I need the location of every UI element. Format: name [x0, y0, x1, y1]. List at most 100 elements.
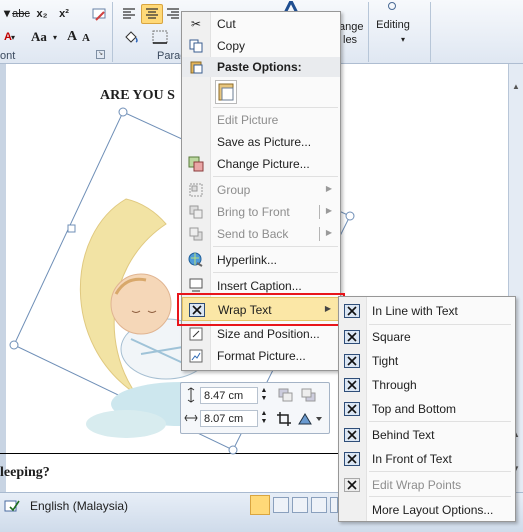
chevron-down-icon: ▾ — [10, 32, 15, 42]
in-front-of-text-icon — [344, 452, 360, 466]
print-layout-view-button[interactable] — [250, 495, 270, 515]
grow-font-button[interactable]: A — [65, 28, 79, 46]
menu-item-change-picture[interactable]: Change Picture... — [182, 153, 340, 175]
rotation-handle[interactable] — [118, 107, 128, 117]
menu-item-size-and-position[interactable]: Size and Position... — [182, 323, 340, 345]
paste-icon — [188, 59, 204, 75]
through-wrap-icon — [344, 378, 360, 392]
align-left-button[interactable] — [119, 5, 139, 23]
hyperlink-globe-icon — [188, 252, 204, 268]
menu-item-label: Tight — [372, 354, 399, 368]
menu-item-label: In Front of Text — [372, 452, 452, 466]
shrink-font-button[interactable]: A — [80, 30, 92, 46]
web-layout-button[interactable] — [292, 497, 308, 513]
wrap-option-through[interactable]: Through — [339, 374, 515, 396]
menu-item-send-to-back[interactable]: Send to Back ▶ — [182, 223, 340, 245]
menu-separator — [369, 496, 511, 497]
menu-item-label: Bring to Front — [217, 205, 290, 219]
wrap-option-in-front-of-text[interactable]: In Front of Text — [339, 448, 515, 470]
crop-button[interactable] — [276, 411, 294, 427]
wrap-option-in-line-with-text[interactable]: In Line with Text — [339, 300, 515, 322]
wrap-option-behind-text[interactable]: Behind Text — [339, 424, 515, 446]
menu-item-label: Paste Options: — [217, 60, 302, 74]
wrap-option-tight[interactable]: Tight — [339, 350, 515, 372]
editing-button[interactable]: Editing — [373, 18, 413, 32]
paste-keep-source-button[interactable] — [215, 80, 237, 104]
font-dialog-launcher[interactable]: ↘ — [96, 50, 105, 59]
menu-item-label: Size and Position... — [217, 327, 320, 341]
menu-item-cut[interactable]: ✂ Cut — [182, 13, 340, 35]
align-left-icon — [123, 8, 135, 19]
align-center-button[interactable] — [141, 4, 163, 24]
menu-separator — [213, 246, 338, 247]
change-case-dropdown[interactable]: ▾ — [50, 30, 60, 44]
menu-item-group[interactable]: Group ▶ — [182, 179, 340, 201]
split-divider — [319, 205, 320, 219]
wrap-text-highlight-box — [177, 293, 345, 326]
scroll-up-icon[interactable]: ▲ — [512, 82, 520, 91]
wrap-option-top-and-bottom[interactable]: Top and Bottom — [339, 398, 515, 420]
menu-item-edit-picture[interactable]: Edit Picture — [182, 109, 340, 131]
change-styles-label-line2[interactable]: les — [343, 34, 361, 46]
insert-caption-icon — [188, 278, 204, 294]
wrap-option-square[interactable]: Square — [339, 326, 515, 348]
resize-handle[interactable] — [345, 211, 355, 221]
superscript-button[interactable]: x² — [56, 6, 72, 22]
resize-handle[interactable] — [9, 340, 19, 350]
change-styles-label[interactable]: ange — [339, 20, 369, 34]
menu-item-label: Change Picture... — [217, 157, 310, 171]
crop-icon — [277, 412, 291, 426]
picture-shape-button[interactable] — [297, 411, 323, 427]
draft-view-button[interactable] — [330, 497, 338, 513]
menu-item-bring-to-front[interactable]: Bring to Front ▶ — [182, 201, 340, 223]
shape-fill-icon — [298, 413, 322, 425]
scissors-icon: ✂ — [190, 17, 202, 31]
menu-separator — [369, 421, 511, 422]
full-screen-reading-button[interactable] — [273, 497, 289, 513]
menu-item-label: Cut — [217, 17, 236, 31]
bring-to-front-icon — [188, 204, 204, 220]
outline-view-button[interactable] — [311, 497, 327, 513]
borders-button[interactable] — [149, 28, 171, 46]
menu-item-copy[interactable]: Copy — [182, 35, 340, 57]
language-indicator[interactable]: English (Malaysia) — [30, 499, 128, 513]
align-center-icon — [146, 8, 158, 19]
change-case-button[interactable]: Aa — [27, 28, 51, 46]
shading-button[interactable] — [120, 28, 142, 46]
font-color-dropdown[interactable]: ▾ — [8, 30, 18, 44]
menu-item-label: Square — [372, 330, 411, 344]
bring-forward-icon[interactable] — [278, 388, 294, 402]
menu-separator — [369, 471, 511, 472]
ribbon-divider — [112, 2, 113, 62]
subscript-button[interactable]: x₂ — [34, 6, 50, 22]
wrap-option-edit-wrap-points[interactable]: Edit Wrap Points — [339, 474, 515, 496]
paste-picture-icon — [218, 83, 234, 101]
shape-height-input[interactable]: 8.47 cm — [200, 387, 258, 404]
menu-item-label: Through — [372, 378, 417, 392]
menu-item-label: Edit Wrap Points — [372, 478, 462, 492]
resize-handle[interactable] — [228, 445, 238, 455]
document-heading: ARE YOU S — [100, 88, 175, 103]
shape-width-icon — [184, 410, 198, 426]
menu-item-hyperlink[interactable]: Hyperlink... — [182, 249, 340, 271]
proofing-icon[interactable] — [4, 499, 22, 515]
menu-item-save-as-picture[interactable]: Save as Picture... — [182, 131, 340, 153]
menu-item-label: Group — [217, 183, 251, 197]
width-spinner[interactable]: ▲ ▼ — [259, 410, 269, 427]
clear-formatting-icon — [92, 8, 106, 21]
menu-separator — [213, 107, 338, 108]
resize-handle[interactable] — [67, 224, 76, 233]
submenu-arrow-icon: ▶ — [325, 184, 332, 193]
copy-icon — [188, 38, 204, 54]
menu-item-label: Save as Picture... — [217, 135, 312, 149]
shape-width-input[interactable]: 8.07 cm — [200, 410, 258, 427]
clear-formatting-button[interactable] — [90, 5, 108, 23]
menu-item-format-picture[interactable]: Format Picture... — [182, 345, 340, 367]
chevron-down-icon: ▾ — [400, 34, 405, 44]
align-right-button[interactable] — [165, 5, 181, 23]
send-backward-icon[interactable] — [301, 388, 317, 402]
wrap-option-more-layout-options[interactable]: More Layout Options... — [339, 499, 515, 521]
height-spinner[interactable]: ▲ ▼ — [259, 387, 269, 404]
strikethrough-button[interactable]: abc — [10, 6, 32, 22]
submenu-arrow-icon: ▶ — [325, 228, 332, 237]
